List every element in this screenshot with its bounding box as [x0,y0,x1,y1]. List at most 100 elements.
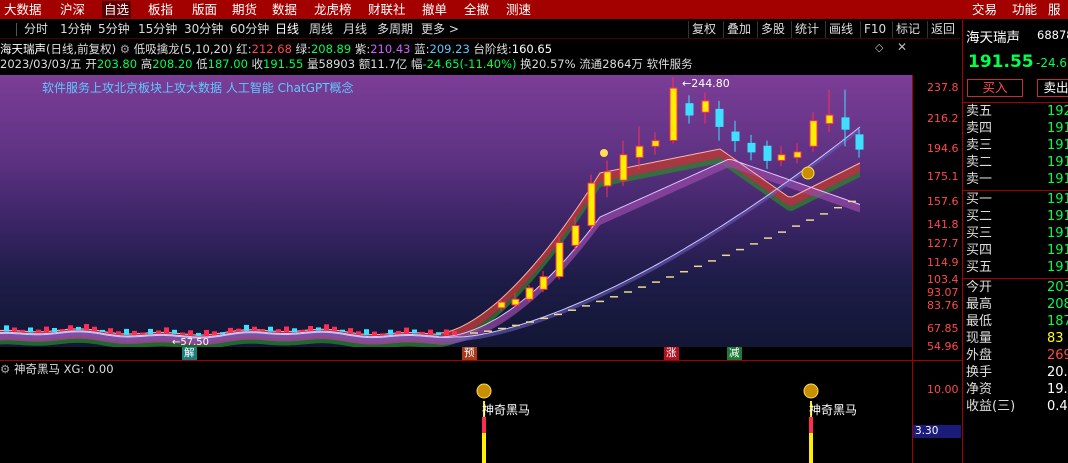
menu-item[interactable]: 数据 [270,1,299,18]
stat-value: 0.44 [1047,399,1068,414]
bid-price: 191.54 [1047,192,1068,207]
candle [12,327,17,332]
period-tab[interactable]: 分时 [22,21,50,38]
candle [388,329,393,335]
bid-price: 191.50 [1047,260,1068,275]
person-icon [600,149,608,157]
chart-mode: (日线,前复权) [46,42,117,56]
settings-icon[interactable]: ⚙ [120,42,130,56]
menu-item[interactable]: 交易 [970,1,999,18]
toolbar-button[interactable]: 统计 [791,21,822,38]
period-tab[interactable]: 60分钟 [228,21,271,38]
candle [651,140,660,147]
menu-item[interactable]: 测速 [504,1,533,18]
bid-label: 买五 [966,260,993,275]
period-tab[interactable]: 5分钟 [96,21,132,38]
ask-row: 卖一 191.55 [963,172,1068,188]
toolbar-button[interactable]: 复权 [688,21,719,38]
buy-button[interactable]: 买入 [967,79,1023,97]
period-tab[interactable]: 月线 [341,21,369,38]
menu-item[interactable]: 龙虎榜 [312,1,354,18]
ask-price: 192.00 [1047,104,1068,119]
panel-stock-name: 海天瑞声 [966,30,1020,46]
expand-icon[interactable]: ◇ [875,41,883,54]
amt-label: 额 [358,57,371,71]
ask-row: 卖五 192.00 [963,104,1068,120]
price-axis-label: 67.85 [927,322,959,335]
close-value: 191.55 [263,57,304,71]
menu-item[interactable]: 大数据 [2,1,44,18]
menu-item[interactable]: 全撤 [462,1,491,18]
close-icon[interactable]: ✕ [897,40,907,54]
period-toolbar: 分时 1分钟 5分钟 15分钟 30分钟 60分钟 日线 周线 月线 多周期 更多 > 复权 叠加 多股统… [0,20,960,39]
zi-value: 210.43 [370,42,411,56]
candle [420,331,425,334]
lv-value: 208.89 [310,42,352,56]
candle [84,324,89,330]
toolbar-button[interactable]: 标记 [892,21,923,38]
stock-name: 海天瑞声 [0,42,46,56]
signal-marker: 预 [462,347,477,360]
toolbar-button[interactable]: 画线 [825,21,856,38]
period-tab[interactable]: 日线 [273,21,301,38]
stat-row: 最低 187.00 [963,314,1068,330]
sub-xg-value: XG: 0.00 [63,362,114,376]
period-tab[interactable]: 15分钟 [136,21,179,38]
candle [68,325,73,331]
toolbar-button[interactable]: F10 [860,21,889,38]
menu-item[interactable]: 服务 [1046,1,1068,34]
menu-item[interactable]: 期货 [230,1,259,18]
heima-bar [809,417,813,433]
candle [196,332,201,336]
vol-label: 量 [306,57,319,71]
menu-item[interactable]: 版面 [190,1,219,18]
period-tab[interactable]: 1分钟 [58,21,94,38]
sub-indicator-name[interactable]: 神奇黑马 [14,362,60,376]
toolbar-button[interactable]: 多股 [757,21,788,38]
ask-label: 卖四 [966,121,993,136]
sell-button[interactable]: 卖出 [1037,79,1068,97]
candle [164,327,169,334]
ask-row: 卖三 191.92 [963,138,1068,154]
stat-label: 外盘 [966,348,993,363]
money-bag-icon [476,383,492,399]
menu-item[interactable]: 财联社 [366,1,408,18]
menu-item[interactable]: 自选 [102,1,132,18]
stat-row: 收益(三) 0.44 [963,399,1068,415]
candle [587,182,596,227]
candle [60,329,65,332]
menu-item[interactable]: 撤单 [420,1,449,18]
candle [525,287,534,300]
candle [148,328,153,334]
period-tab[interactable]: 30分钟 [182,21,225,38]
low-price-label: ←57.50 [172,337,209,347]
toolbar-button[interactable]: 返回 [927,21,958,38]
candle [52,328,57,332]
kline-chart-area[interactable]: ←244.80 ←57.50 [0,75,912,347]
period-tab[interactable]: 周线 [307,21,335,38]
menu-item[interactable]: 板指 [146,1,175,18]
candle [308,326,313,331]
high-label: 高 [140,57,153,71]
candle [715,108,724,127]
open-label: 开 [85,57,97,71]
candle [92,326,97,331]
stat-label: 换手 [966,365,993,380]
period-tab[interactable]: 更多 > [419,21,461,38]
bid-label: 买三 [966,226,993,241]
candle [396,331,401,334]
menu-item[interactable]: 沪深 [58,1,87,18]
menu-item[interactable]: 功能 [1010,1,1039,18]
period-tab[interactable]: 多周期 [375,21,415,38]
ask-row: 卖二 191.88 [963,155,1068,171]
bid-row: 买一 191.54 [963,192,1068,208]
candle [356,331,361,335]
price-axis-label: 237.8 [927,81,959,94]
indicator-name[interactable]: 低吸擒龙(5,10,20) [134,42,233,56]
bid-row: 买二 191.53 [963,209,1068,225]
sub-settings-icon[interactable]: ⚙ [0,362,10,376]
sub-indicator-area[interactable] [0,360,912,463]
toolbar-button[interactable]: 叠加 [723,21,754,38]
ma-line-fast [0,148,861,336]
amp-value: -24.65(-11.40%) [422,57,517,71]
